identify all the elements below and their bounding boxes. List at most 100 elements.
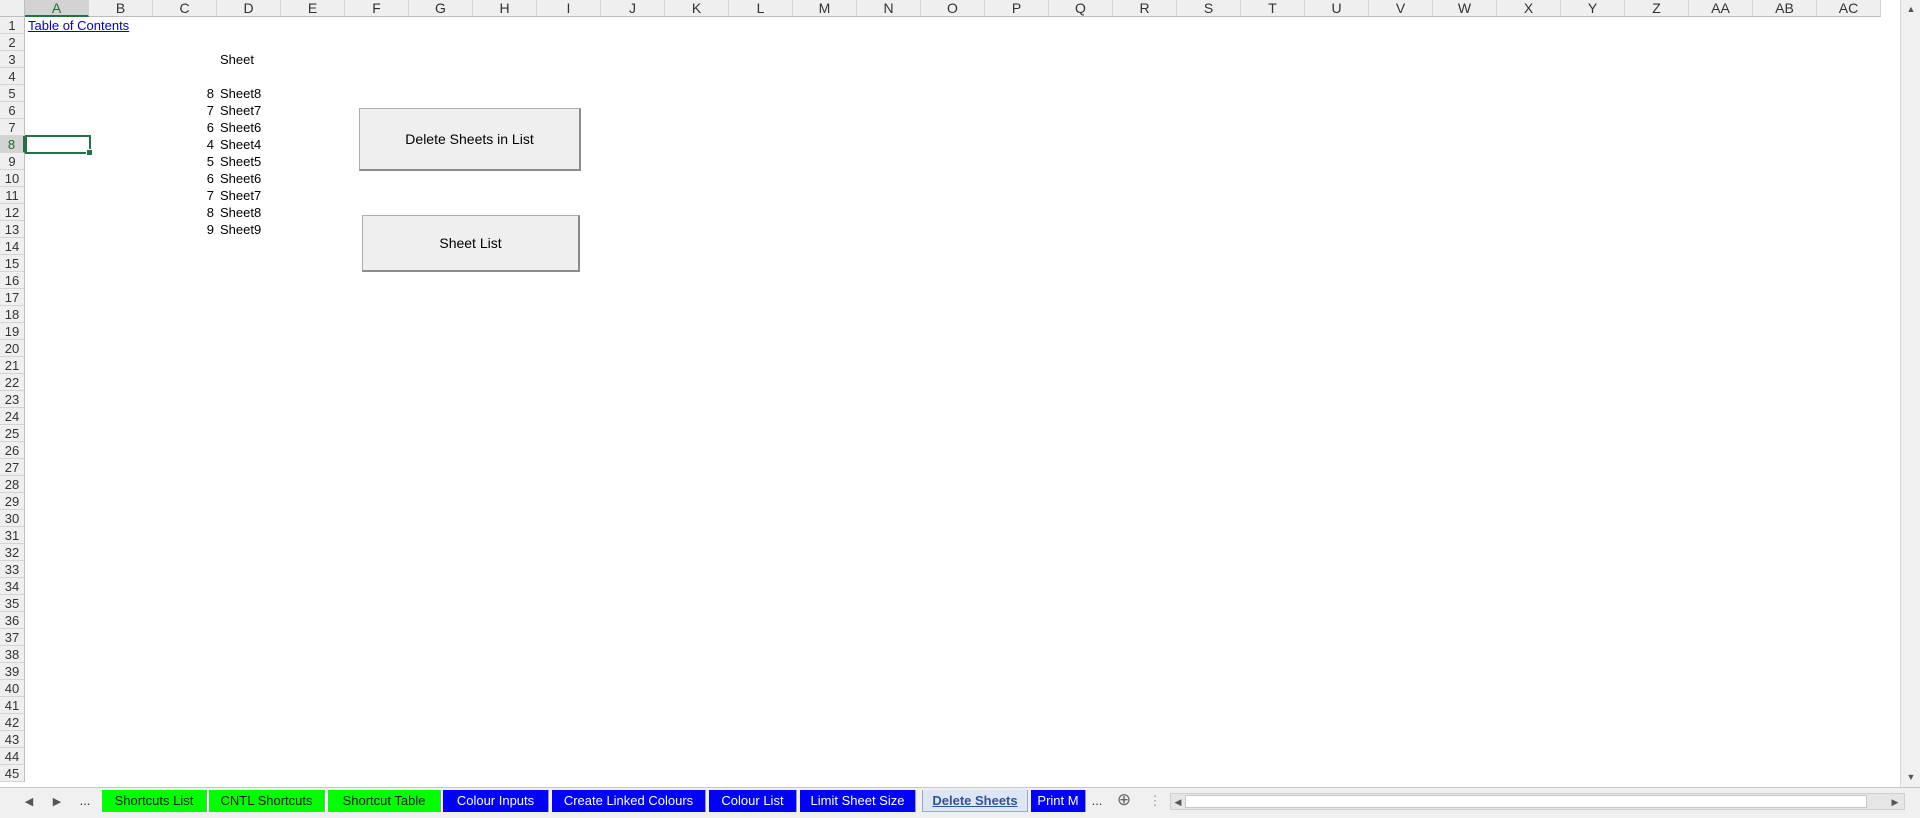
vertical-scrollbar[interactable]: ▲ ▼ xyxy=(1900,0,1920,787)
scroll-left-icon[interactable]: ◀ xyxy=(1171,795,1185,809)
row-header-3[interactable]: 3 xyxy=(0,51,25,68)
horizontal-scroll-thumb[interactable] xyxy=(1185,795,1867,808)
row-header-35[interactable]: 35 xyxy=(0,595,25,612)
column-header-e[interactable]: E xyxy=(281,0,345,17)
row-header-44[interactable]: 44 xyxy=(0,748,25,765)
column-header-u[interactable]: U xyxy=(1305,0,1369,17)
row-header-6[interactable]: 6 xyxy=(0,102,25,119)
sheet-tab-cntl-shortcuts[interactable]: CNTL Shortcuts xyxy=(209,790,325,812)
column-header-m[interactable]: M xyxy=(793,0,857,17)
row-header-19[interactable]: 19 xyxy=(0,323,25,340)
row-header-29[interactable]: 29 xyxy=(0,493,25,510)
sheet-number-cell[interactable]: 9 xyxy=(150,221,214,238)
row-header-16[interactable]: 16 xyxy=(0,272,25,289)
row-header-12[interactable]: 12 xyxy=(0,204,25,221)
row-header-18[interactable]: 18 xyxy=(0,306,25,323)
sheet-name-cell[interactable]: Sheet8 xyxy=(220,85,261,102)
sheet-tab-print-m[interactable]: Print M xyxy=(1031,790,1086,812)
sheet-list-button[interactable]: Sheet List xyxy=(362,215,580,272)
sheet-tab-shortcut-table[interactable]: Shortcut Table xyxy=(328,790,441,812)
column-header-h[interactable]: H xyxy=(473,0,537,17)
row-header-23[interactable]: 23 xyxy=(0,391,25,408)
sheet-header-cell[interactable]: Sheet xyxy=(220,51,254,68)
row-header-5[interactable]: 5 xyxy=(0,85,25,102)
row-header-10[interactable]: 10 xyxy=(0,170,25,187)
sheet-name-cell[interactable]: Sheet6 xyxy=(220,119,261,136)
row-header-9[interactable]: 9 xyxy=(0,153,25,170)
column-header-p[interactable]: P xyxy=(985,0,1049,17)
sheet-name-cell[interactable]: Sheet6 xyxy=(220,170,261,187)
sheet-name-cell[interactable]: Sheet5 xyxy=(220,153,261,170)
row-header-25[interactable]: 25 xyxy=(0,425,25,442)
scroll-right-icon[interactable]: ▶ xyxy=(1888,795,1902,809)
row-header-26[interactable]: 26 xyxy=(0,442,25,459)
row-header-39[interactable]: 39 xyxy=(0,663,25,680)
tab-more-left[interactable]: ... xyxy=(78,793,92,808)
row-header-34[interactable]: 34 xyxy=(0,578,25,595)
column-header-v[interactable]: V xyxy=(1369,0,1433,17)
column-header-b[interactable]: B xyxy=(89,0,153,17)
row-header-8[interactable]: 8 xyxy=(0,136,25,153)
row-header-15[interactable]: 15 xyxy=(0,255,25,272)
sheet-number-cell[interactable]: 8 xyxy=(150,85,214,102)
row-header-1[interactable]: 1 xyxy=(0,17,25,34)
sheet-tab-create-linked-colours[interactable]: Create Linked Colours xyxy=(552,790,706,812)
column-header-a[interactable]: A xyxy=(25,0,89,17)
sheet-number-cell[interactable]: 7 xyxy=(150,102,214,119)
fill-handle[interactable] xyxy=(86,149,93,156)
column-header-ab[interactable]: AB xyxy=(1753,0,1817,17)
scroll-down-icon[interactable]: ▼ xyxy=(1904,770,1918,784)
row-header-27[interactable]: 27 xyxy=(0,459,25,476)
column-header-z[interactable]: Z xyxy=(1625,0,1689,17)
row-header-24[interactable]: 24 xyxy=(0,408,25,425)
sheet-number-cell[interactable]: 6 xyxy=(150,170,214,187)
sheet-name-cell[interactable]: Sheet8 xyxy=(220,204,261,221)
select-all-corner[interactable] xyxy=(0,0,25,17)
column-header-x[interactable]: X xyxy=(1497,0,1561,17)
row-header-37[interactable]: 37 xyxy=(0,629,25,646)
row-header-36[interactable]: 36 xyxy=(0,612,25,629)
column-header-k[interactable]: K xyxy=(665,0,729,17)
sheet-tab-colour-list[interactable]: Colour List xyxy=(709,790,797,812)
column-header-q[interactable]: Q xyxy=(1049,0,1113,17)
active-cell-selection[interactable] xyxy=(25,135,93,156)
row-header-7[interactable]: 7 xyxy=(0,119,25,136)
column-header-j[interactable]: J xyxy=(601,0,665,17)
row-header-32[interactable]: 32 xyxy=(0,544,25,561)
row-header-40[interactable]: 40 xyxy=(0,680,25,697)
row-header-14[interactable]: 14 xyxy=(0,238,25,255)
row-header-33[interactable]: 33 xyxy=(0,561,25,578)
row-header-43[interactable]: 43 xyxy=(0,731,25,748)
tab-prev-icon[interactable]: ◀ xyxy=(22,795,36,808)
column-header-g[interactable]: G xyxy=(409,0,473,17)
sheet-name-cell[interactable]: Sheet7 xyxy=(220,102,261,119)
sheet-tab-colour-inputs[interactable]: Colour Inputs xyxy=(443,790,549,812)
column-header-o[interactable]: O xyxy=(921,0,985,17)
column-header-aa[interactable]: AA xyxy=(1689,0,1753,17)
sheet-tab-shortcuts-list[interactable]: Shortcuts List xyxy=(102,790,207,812)
column-header-l[interactable]: L xyxy=(729,0,793,17)
scroll-up-icon[interactable]: ▲ xyxy=(1904,2,1918,16)
row-header-30[interactable]: 30 xyxy=(0,510,25,527)
sheet-number-cell[interactable]: 7 xyxy=(150,187,214,204)
add-sheet-icon[interactable]: ⊕ xyxy=(1114,790,1134,810)
sheet-number-cell[interactable]: 4 xyxy=(150,136,214,153)
sheet-number-cell[interactable]: 8 xyxy=(150,204,214,221)
column-header-c[interactable]: C xyxy=(153,0,217,17)
sheet-name-cell[interactable]: Sheet9 xyxy=(220,221,261,238)
row-header-13[interactable]: 13 xyxy=(0,221,25,238)
table-of-contents-link[interactable]: Table of Contents xyxy=(28,17,129,34)
row-header-20[interactable]: 20 xyxy=(0,340,25,357)
sheet-tab-limit-sheet-size[interactable]: Limit Sheet Size xyxy=(800,790,916,812)
column-header-i[interactable]: I xyxy=(537,0,601,17)
row-header-31[interactable]: 31 xyxy=(0,527,25,544)
row-header-22[interactable]: 22 xyxy=(0,374,25,391)
row-header-38[interactable]: 38 xyxy=(0,646,25,663)
column-header-t[interactable]: T xyxy=(1241,0,1305,17)
row-header-45[interactable]: 45 xyxy=(0,765,25,782)
tab-splitter-icon[interactable]: ⋮ xyxy=(1148,793,1162,809)
row-header-11[interactable]: 11 xyxy=(0,187,25,204)
column-header-r[interactable]: R xyxy=(1113,0,1177,17)
row-header-4[interactable]: 4 xyxy=(0,68,25,85)
column-header-y[interactable]: Y xyxy=(1561,0,1625,17)
